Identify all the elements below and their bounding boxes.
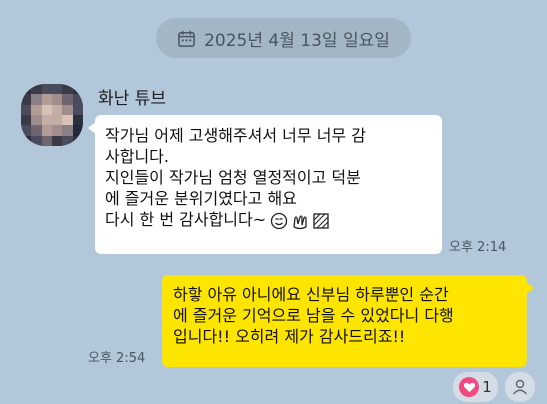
striped-flag-icon [312, 212, 330, 230]
avatar-pixel [72, 84, 83, 95]
message-line: 에 즐거운 분위기였다고 해요 [105, 189, 297, 208]
message-line: 지인들이 작가님 엄청 열정적이고 덕분 [105, 168, 361, 187]
avatar-pixel [41, 104, 52, 115]
avatar-pixel [21, 125, 32, 136]
sender-name[interactable]: 화난 튜브 [98, 84, 166, 109]
avatar-pixel [62, 135, 73, 146]
avatar-pixel [41, 114, 52, 126]
incoming-message-bubble[interactable]: 작가님 어제 고생해주셔서 너무 너무 감 사합니다. 지인들이 작가님 엄청 … [88, 115, 442, 254]
avatar-pixel [31, 135, 42, 146]
outgoing-message-bubble[interactable]: 하핳 아유 아니에요 신부님 하루뿐인 순간 에 즐거운 기억으로 남을 수 있… [162, 275, 534, 367]
avatar-pixel [31, 84, 42, 95]
avatar-pixel [51, 84, 63, 95]
avatar-pixel [62, 94, 73, 105]
avatar-pixel [72, 135, 83, 146]
avatar-pixel [51, 94, 63, 105]
avatar-pixel [72, 104, 83, 115]
calendar-icon [178, 30, 195, 47]
avatar-pixel [62, 84, 73, 95]
message-line: 에 즐거운 기억으로 남을 수 있었다니 다행 [173, 306, 454, 325]
avatar-pixel [51, 125, 63, 136]
message-line: 작가님 어제 고생해주셔서 너무 너무 감 [105, 126, 366, 145]
avatar[interactable] [21, 84, 83, 146]
avatar-pixel [21, 94, 32, 105]
avatar-pixel [21, 84, 32, 95]
message-line-text: 다시 한 번 감사합니다~ [105, 210, 267, 229]
date-text: 2025년 4월 13일 일요일 [204, 30, 390, 51]
message-time: 오후 2:54 [88, 351, 146, 366]
avatar-pixel [31, 94, 42, 105]
reaction-badge[interactable]: 1 [453, 372, 498, 402]
avatar-pixel [72, 94, 83, 105]
avatar-pixel [31, 125, 42, 136]
message-line: 입니다!! 오히려 제가 감사드리죠!! [173, 327, 406, 346]
avatar-pixel [72, 114, 83, 126]
avatar-pixel [21, 135, 32, 146]
avatar-pixel [41, 135, 52, 146]
avatar-pixel [51, 114, 63, 126]
date-divider: 2025년 4월 13일 일요일 [156, 18, 411, 58]
reaction-count: 1 [482, 378, 492, 396]
avatar-pixel [21, 114, 32, 126]
avatar-pixel [62, 114, 73, 126]
avatar-pixel [72, 125, 83, 136]
message-line-last: 다시 한 번 감사합니다~ [105, 209, 432, 230]
avatar-pixel [41, 125, 52, 136]
read-receipt-button[interactable] [505, 372, 535, 402]
avatar-pixel [62, 125, 73, 136]
smiling-face-icon [270, 212, 288, 230]
clapping-hands-icon [291, 212, 309, 230]
message-time: 오후 2:14 [449, 240, 507, 255]
message-line: 사합니다. [105, 147, 169, 166]
avatar-pixel [41, 84, 52, 95]
emoji-group [270, 212, 330, 230]
avatar-pixel [51, 104, 63, 115]
avatar-pixel [31, 114, 42, 126]
avatar-pixel [21, 104, 32, 115]
avatar-pixel [62, 104, 73, 115]
heart-icon [459, 377, 480, 397]
message-line: 하핳 아유 아니에요 신부님 하루뿐인 순간 [173, 285, 449, 304]
person-icon [512, 379, 528, 395]
avatar-pixel [51, 135, 63, 146]
avatar-pixel [41, 94, 52, 105]
avatar-pixel [31, 104, 42, 115]
